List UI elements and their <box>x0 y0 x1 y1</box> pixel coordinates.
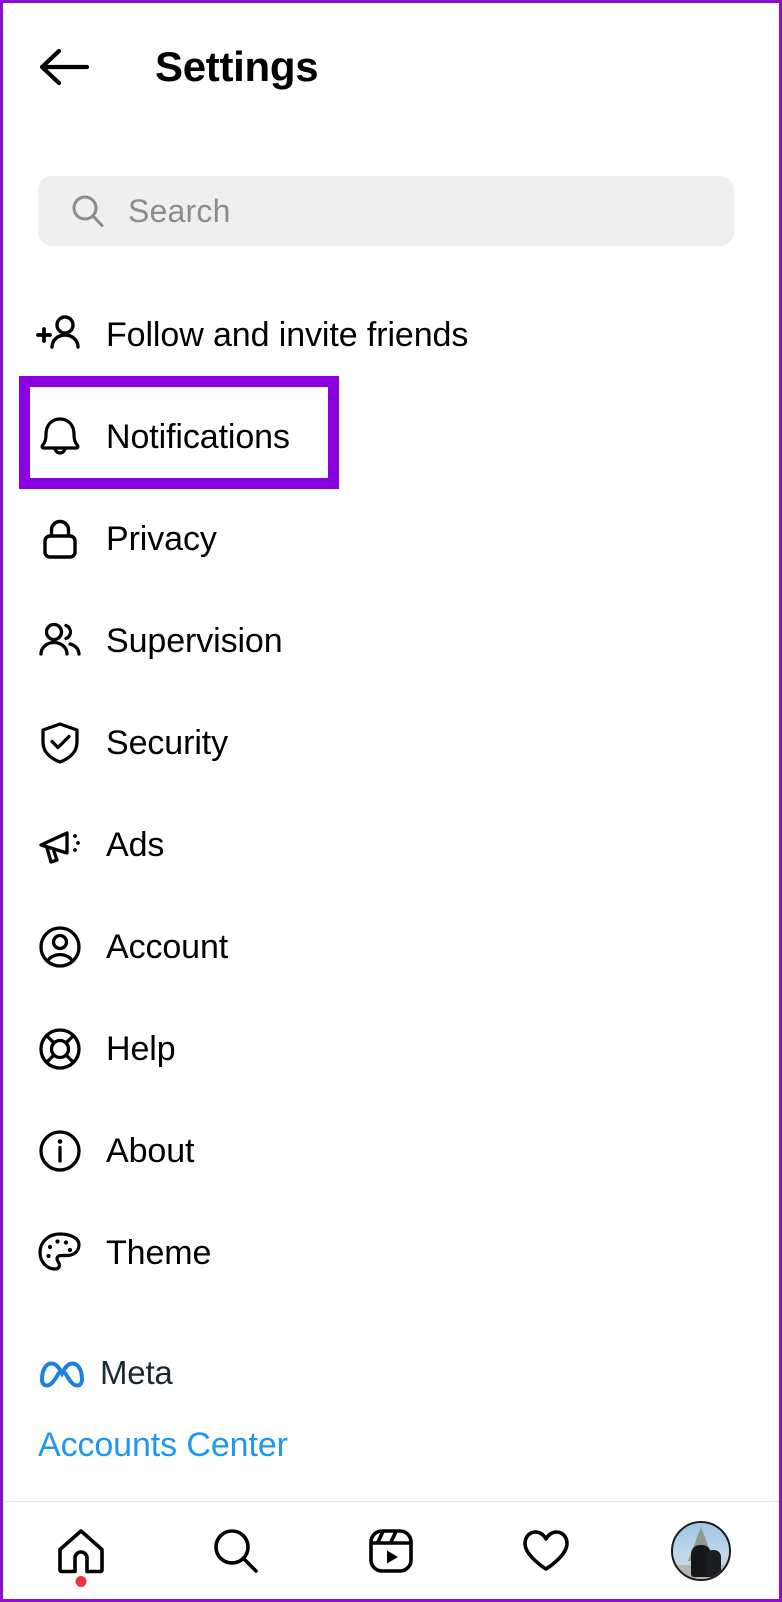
accounts-center-link[interactable]: Accounts Center <box>3 1426 779 1465</box>
palette-icon <box>36 1229 84 1277</box>
nav-search-button[interactable] <box>191 1513 281 1589</box>
person-add-icon <box>36 311 84 359</box>
settings-item-help[interactable]: Help <box>3 998 779 1100</box>
nav-reels-button[interactable] <box>346 1513 436 1589</box>
settings-item-supervision[interactable]: Supervision <box>3 590 779 692</box>
reels-icon <box>369 1528 413 1573</box>
settings-item-follow-and-invite-friends[interactable]: Follow and invite friends <box>3 284 779 386</box>
life-ring-icon <box>36 1025 84 1073</box>
shield-check-icon <box>36 719 84 767</box>
search-placeholder: Search <box>128 192 231 229</box>
settings-item-label: Notifications <box>106 417 290 456</box>
meta-brand-row: Meta <box>3 1340 779 1406</box>
back-button[interactable] <box>33 36 95 98</box>
settings-item-label: About <box>106 1131 195 1170</box>
settings-item-ads[interactable]: Ads <box>3 794 779 896</box>
heart-icon <box>523 1529 569 1571</box>
settings-item-label: Account <box>106 927 229 966</box>
settings-item-security[interactable]: Security <box>3 692 779 794</box>
meta-section: Meta Accounts Center <box>3 1340 779 1465</box>
search-icon <box>213 1528 258 1573</box>
settings-item-label: Supervision <box>106 621 283 660</box>
settings-item-notifications[interactable]: Notifications <box>3 386 779 488</box>
search-icon <box>70 193 106 229</box>
nav-profile-button[interactable] <box>656 1513 746 1589</box>
settings-list: Follow and invite friends Notifications … <box>3 284 779 1304</box>
home-icon <box>57 1528 104 1573</box>
meta-brand-label: Meta <box>100 1354 173 1391</box>
settings-item-label: Follow and invite friends <box>106 315 469 354</box>
account-circle-icon <box>36 923 84 971</box>
home-notification-badge <box>75 1575 87 1587</box>
avatar-person-secondary <box>705 1549 721 1577</box>
settings-item-about[interactable]: About <box>3 1100 779 1202</box>
lock-icon <box>36 515 84 563</box>
nav-activity-button[interactable] <box>501 1513 591 1589</box>
settings-item-label: Help <box>106 1029 176 1068</box>
settings-item-privacy[interactable]: Privacy <box>3 488 779 590</box>
nav-home-button[interactable] <box>36 1513 126 1589</box>
meta-infinity-icon <box>38 1358 86 1388</box>
instagram-settings-screen: Settings Search Follow and invite friend… <box>0 0 782 1602</box>
header: Settings <box>3 3 779 131</box>
settings-item-label: Theme <box>106 1233 212 1272</box>
back-arrow-icon <box>39 48 90 86</box>
settings-item-account[interactable]: Account <box>3 896 779 998</box>
avatar <box>671 1520 732 1581</box>
info-circle-icon <box>36 1127 84 1175</box>
bell-icon <box>36 413 84 461</box>
settings-item-label: Security <box>106 723 229 762</box>
settings-item-label: Ads <box>106 825 165 864</box>
settings-item-label: Privacy <box>106 519 217 558</box>
settings-item-theme[interactable]: Theme <box>3 1202 779 1304</box>
search-input[interactable]: Search <box>38 176 734 246</box>
bottom-navigation-bar <box>3 1501 779 1599</box>
megaphone-icon <box>36 821 84 869</box>
page-title: Settings <box>155 43 319 90</box>
people-icon <box>36 617 84 665</box>
